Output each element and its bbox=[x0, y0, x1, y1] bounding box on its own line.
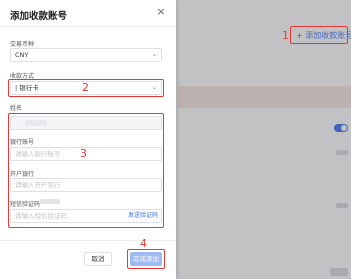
annotation-number-1: 1 bbox=[282, 29, 289, 42]
divider bbox=[0, 240, 176, 241]
annotation-number-2: 2 bbox=[82, 81, 89, 94]
annotation-box-4 bbox=[127, 249, 165, 269]
currency-value: CNY bbox=[15, 51, 29, 59]
divider bbox=[0, 26, 176, 27]
currency-select[interactable]: CNY ⌄ bbox=[10, 48, 162, 62]
close-icon[interactable]: × bbox=[155, 6, 167, 18]
currency-label: 交易币种 bbox=[10, 41, 35, 48]
annotation-number-3: 3 bbox=[80, 147, 87, 160]
name-label: 姓名 bbox=[10, 105, 23, 112]
modal-title: 添加收款账号 bbox=[10, 11, 68, 22]
annotation-box-3 bbox=[8, 113, 164, 228]
annotation-number-4: 4 bbox=[140, 237, 147, 250]
annotation-box-1 bbox=[290, 26, 348, 44]
chevron-down-icon: ⌄ bbox=[151, 51, 157, 58]
cancel-button[interactable]: 取消 bbox=[84, 252, 112, 266]
